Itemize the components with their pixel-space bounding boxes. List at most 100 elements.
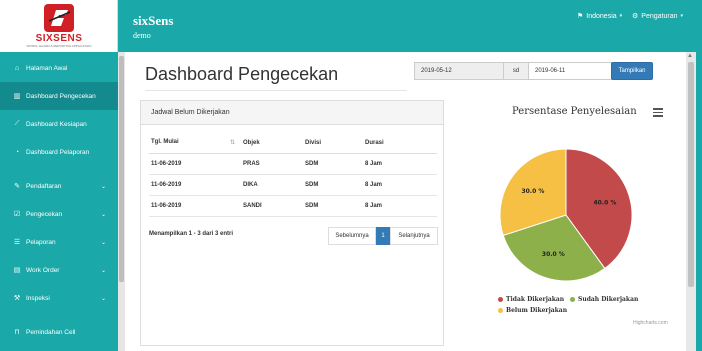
- chart-credits[interactable]: Highcharts.com: [633, 320, 668, 326]
- divider: [145, 90, 407, 91]
- table-row: 11-06-2019 DIKA SDM 8 Jam: [149, 174, 437, 196]
- page-scrollbar-thumb[interactable]: [688, 62, 694, 287]
- sidebar-item-pemindahan-cell[interactable]: ⊓ Pemindahan Cell: [0, 318, 118, 346]
- app-subtitle: demo: [133, 31, 151, 40]
- page-1-button[interactable]: 1: [376, 227, 390, 245]
- sidebar-item-label: Pelaporan: [26, 238, 56, 246]
- sidebar-item-halaman-awal[interactable]: ⌂ Halaman Awal: [0, 54, 118, 82]
- table-info: Menampilkan 1 - 3 dari 3 entri: [149, 231, 234, 237]
- sidebar-item-pengecekan[interactable]: ☑ Pengecekan ⌄: [0, 200, 118, 228]
- sidebar-item-pendaftaran[interactable]: ✎ Pendaftaran ⌄: [0, 172, 118, 200]
- legend-marker: [570, 297, 575, 302]
- column-header-division[interactable]: Divisi: [303, 133, 363, 154]
- panel-heading: Jadwal Belum Dikerjakan: [141, 101, 443, 125]
- column-header-object[interactable]: Objek: [241, 133, 303, 154]
- cell-start-date: 11-06-2019: [149, 195, 241, 217]
- sidebar-item-pelaporan[interactable]: ☰ Pelaporan ⌄: [0, 228, 118, 256]
- table-header-row: Tgl. Mulai ⇅ Objek Divisi Durasi: [149, 133, 437, 154]
- next-page-button[interactable]: Selanjutnya: [390, 227, 438, 245]
- edit-icon: ✎: [14, 183, 20, 190]
- sidebar: ⌂ Halaman Awal ▥ Dashboard Pengecekan ⟋ …: [0, 52, 118, 351]
- sidebar-item-dashboard-pelaporan[interactable]: ◔ Dashboard Pelaporan: [0, 138, 118, 166]
- chevron-down-icon: ⌄: [100, 267, 106, 274]
- column-header-duration[interactable]: Durasi: [363, 133, 437, 154]
- chevron-down-icon: ⌄: [100, 239, 106, 246]
- sidebar-item-label: Pemindahan Cell: [26, 328, 76, 336]
- flag-icon: ⚑: [577, 13, 584, 20]
- chevron-down-icon: ⌄: [100, 211, 106, 218]
- sidebar-item-label: Work Order: [26, 266, 60, 274]
- line-chart-icon: ⟋: [14, 120, 20, 127]
- logo-subtitle: PATROL GUARD & REPORTING APPLICATION: [26, 44, 92, 48]
- schedule-table: Tgl. Mulai ⇅ Objek Divisi Durasi 11-06-2…: [149, 133, 437, 217]
- date-to-input[interactable]: 2019-06-11: [528, 62, 612, 80]
- sidebar-item-work-order[interactable]: ▤ Work Order ⌄: [0, 256, 118, 284]
- sidebar-item-dashboard-pengecekan[interactable]: ▥ Dashboard Pengecekan: [0, 82, 118, 110]
- chevron-down-icon: ⌄: [100, 183, 106, 190]
- page-scrollbar[interactable]: [686, 52, 696, 351]
- scroll-up-icon[interactable]: ▲: [687, 53, 693, 59]
- sidebar-item-dashboard-kesiapan[interactable]: ⟋ Dashboard Kesiapan: [0, 110, 118, 138]
- pie-data-label: 40.0 %: [593, 199, 616, 206]
- pie-slice-tidak-dikerjakan[interactable]: [565, 148, 633, 270]
- legend-item-tidak-dikerjakan[interactable]: Tidak Dikerjakan: [498, 296, 564, 303]
- legend-label: Tidak Dikerjakan: [506, 296, 565, 303]
- cell-object: DIKA: [241, 174, 303, 196]
- gavel-icon: ⚒: [13, 295, 21, 302]
- check-icon: ☑: [13, 211, 21, 218]
- list-icon: ☰: [13, 239, 21, 246]
- sidebar-item-inspeksi[interactable]: ⚒ Inspeksi ⌄: [0, 284, 118, 312]
- language-label: Indonesia: [586, 12, 617, 20]
- table-row: 11-06-2019 SANDI SDM 8 Jam: [149, 195, 437, 217]
- app-title: sixSens: [133, 13, 174, 28]
- cell-division: SDM: [303, 153, 363, 175]
- logo[interactable]: SIXSENS PATROL GUARD & REPORTING APPLICA…: [0, 0, 118, 52]
- gear-icon: ⚙: [632, 13, 639, 20]
- column-header-start-date[interactable]: Tgl. Mulai ⇅: [149, 133, 241, 154]
- page-title: Dashboard Pengecekan: [145, 64, 339, 84]
- legend-label: Belum Dikerjakan: [506, 307, 568, 314]
- sidebar-scrollbar[interactable]: [118, 52, 125, 351]
- cell-duration: 8 Jam: [363, 153, 437, 175]
- cell-division: SDM: [303, 195, 363, 217]
- cell-start-date: 11-06-2019: [149, 174, 241, 196]
- sidebar-item-label: Dashboard Pelaporan: [26, 148, 90, 156]
- previous-page-button[interactable]: Sebelumnya: [328, 227, 376, 245]
- home-icon: ⌂: [14, 64, 20, 72]
- date-from-input[interactable]: 2019-05-12: [414, 62, 504, 80]
- pie-slice-sudah-dikerjakan[interactable]: [502, 214, 606, 282]
- chart-title: Persentase Penyelesaian: [512, 106, 637, 117]
- sort-icon[interactable]: ⇅: [230, 139, 235, 146]
- pie-data-label: 30.0 %: [542, 251, 565, 258]
- sidebar-scrollbar-thumb[interactable]: [119, 56, 124, 282]
- sixsens-logo-icon: [44, 4, 74, 32]
- show-button[interactable]: Tampilkan: [611, 62, 653, 80]
- settings-menu[interactable]: ⚙ Pengaturan ▾: [632, 12, 683, 21]
- logo-text: SIXSENS: [35, 33, 83, 44]
- cell-object: SANDI: [241, 195, 303, 217]
- dashboard-icon: ◔: [14, 148, 20, 156]
- sidebar-item-label: Halaman Awal: [26, 64, 68, 72]
- book-icon: ▤: [13, 267, 21, 274]
- chart-menu-icon[interactable]: [653, 108, 663, 119]
- language-menu[interactable]: ⚑ Indonesia ▾: [577, 12, 623, 21]
- legend-item-sudah-dikerjakan[interactable]: Sudah Dikerjakan: [570, 296, 638, 303]
- sidebar-item-label: Pendaftaran: [26, 182, 62, 190]
- date-separator: sd: [504, 62, 528, 80]
- sidebar-item-label: Dashboard Pengecekan: [26, 92, 96, 100]
- pie-data-label: 30.0 %: [521, 188, 544, 195]
- pie-slice-belum-dikerjakan[interactable]: [499, 148, 567, 237]
- sidebar-item-label: Pengecekan: [26, 210, 63, 218]
- cell-division: SDM: [303, 174, 363, 196]
- table-row: 11-06-2019 PRAS SDM 8 Jam: [149, 153, 437, 175]
- caret-down-icon: ▾: [619, 13, 623, 19]
- cell-duration: 8 Jam: [363, 195, 437, 217]
- settings-label: Pengaturan: [641, 12, 678, 20]
- legend-marker: [498, 308, 503, 313]
- legend-item-belum-dikerjakan[interactable]: Belum Dikerjakan: [498, 307, 567, 314]
- legend-label: Sudah Dikerjakan: [578, 296, 639, 303]
- chevron-down-icon: ⌄: [100, 295, 106, 302]
- sidebar-item-label: Dashboard Kesiapan: [26, 120, 87, 128]
- caret-down-icon: ▾: [680, 13, 683, 19]
- legend-marker: [498, 297, 503, 302]
